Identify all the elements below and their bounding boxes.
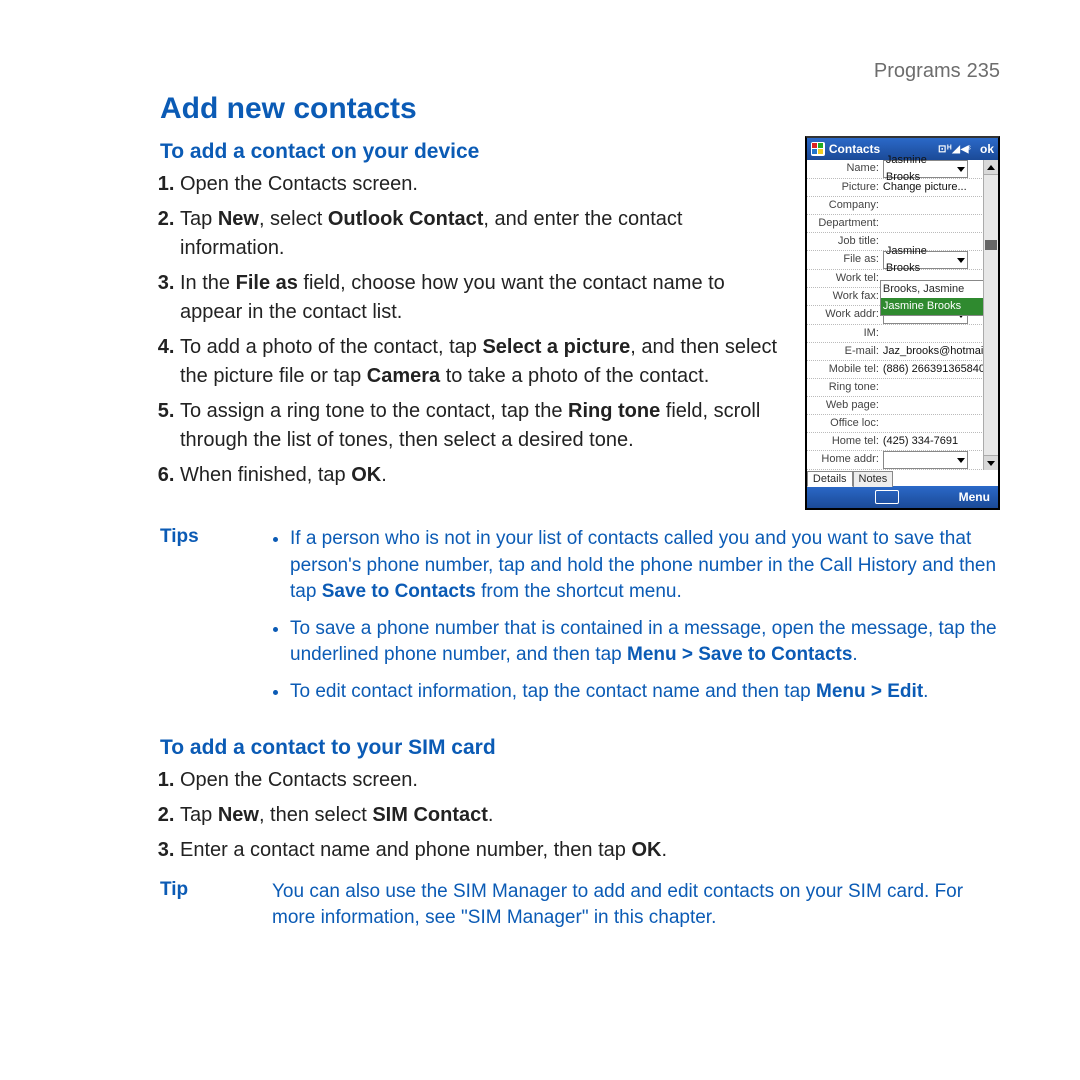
tab-notes[interactable]: Notes <box>853 471 894 487</box>
step-6: When finished, tap OK. <box>180 461 783 490</box>
dropdown-option-selected[interactable]: Jasmine Brooks <box>881 298 983 315</box>
start-icon[interactable] <box>811 142 825 156</box>
contact-form: Name:Jasmine Brooks Picture:Change pictu… <box>807 160 998 470</box>
ringtone-field[interactable] <box>883 379 998 396</box>
tip-label: Tip <box>160 879 248 932</box>
tips-block: Tips If a person who is not in your list… <box>160 526 1000 716</box>
page-number: 235 <box>967 60 1000 82</box>
ok-button[interactable]: ok <box>980 142 994 156</box>
company-field[interactable] <box>883 197 998 214</box>
step-1: Open the Contacts screen. <box>180 170 783 199</box>
step-4: To add a photo of the contact, tap Selec… <box>180 333 783 391</box>
page-header: Programs 235 <box>874 60 1000 83</box>
dropdown-option[interactable]: Brooks, Jasmine <box>881 281 983 298</box>
tip-block: Tip You can also use the SIM Manager to … <box>160 879 1000 932</box>
subheading-add-device: To add a contact on your device <box>160 140 783 164</box>
fileas-dropdown[interactable]: Brooks, Jasmine Jasmine Brooks <box>880 280 984 316</box>
keyboard-icon[interactable] <box>875 490 899 504</box>
step-2: Tap New, select Outlook Contact, and ent… <box>180 205 783 263</box>
subheading-add-sim: To add a contact to your SIM card <box>160 736 1000 760</box>
tip-item: To save a phone number that is contained… <box>290 616 1000 669</box>
phone-tabs: Details Notes <box>807 470 998 486</box>
im-field[interactable] <box>883 325 998 342</box>
chevron-down-icon <box>957 258 965 263</box>
steps-device: Open the Contacts screen. Tap New, selec… <box>180 170 783 490</box>
webpage-field[interactable] <box>883 397 998 414</box>
step-5: To assign a ring tone to the contact, ta… <box>180 397 783 455</box>
scrollbar[interactable] <box>983 160 998 470</box>
chevron-down-icon <box>957 167 965 172</box>
name-field[interactable]: Jasmine Brooks <box>883 160 968 178</box>
hometel-field[interactable]: (425) 334-7691 <box>883 433 998 450</box>
phone-screenshot: Contacts ⊡ ᴴ ◢ ◀ᵋ ok Name:Jasmine Brooks… <box>805 136 1000 510</box>
step-2: Tap New, then select SIM Contact. <box>180 801 1000 830</box>
email-field[interactable]: Jaz_brooks@hotmail.... <box>883 343 998 360</box>
picture-field[interactable]: Change picture... <box>883 179 998 196</box>
chevron-down-icon <box>957 458 965 463</box>
tip-body: You can also use the SIM Manager to add … <box>272 879 1000 932</box>
section-name: Programs <box>874 60 961 82</box>
scroll-down-icon[interactable] <box>984 455 998 470</box>
department-field[interactable] <box>883 215 998 232</box>
steps-sim: Open the Contacts screen. Tap New, then … <box>180 766 1000 865</box>
step-3: In the File as field, choose how you wan… <box>180 269 783 327</box>
phone-title: Contacts <box>829 142 880 156</box>
homeaddr-field[interactable] <box>883 451 968 469</box>
scroll-thumb[interactable] <box>985 240 997 250</box>
menu-button[interactable]: Menu <box>959 490 990 504</box>
tip-item: To edit contact information, tap the con… <box>290 679 1000 706</box>
tips-label: Tips <box>160 526 248 716</box>
phone-menubar: Menu <box>807 486 998 508</box>
step-1: Open the Contacts screen. <box>180 766 1000 795</box>
tab-details[interactable]: Details <box>807 471 853 487</box>
page-title: Add new contacts <box>160 92 1000 126</box>
scroll-up-icon[interactable] <box>984 160 998 175</box>
step-3: Enter a contact name and phone number, t… <box>180 836 1000 865</box>
mobile-field[interactable]: (886) 266391365840 <box>883 361 998 378</box>
fileas-field[interactable]: Jasmine Brooks <box>883 251 968 269</box>
tip-item: If a person who is not in your list of c… <box>290 526 1000 606</box>
officeloc-field[interactable] <box>883 415 998 432</box>
